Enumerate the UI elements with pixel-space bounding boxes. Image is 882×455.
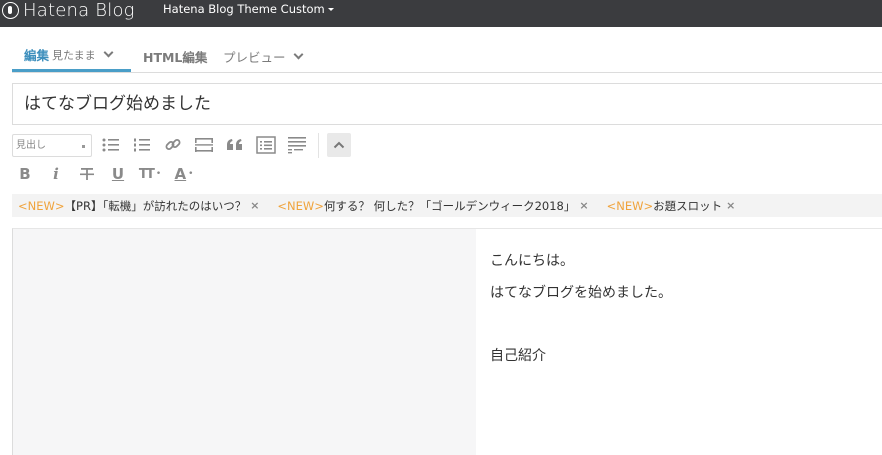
quote-icon	[227, 139, 242, 150]
underline-icon: U	[111, 165, 125, 183]
hatena-blog-logo[interactable]: Hatena Blog	[2, 0, 135, 21]
logo-text: Hatena Blog	[23, 0, 135, 21]
numbered-list-button[interactable]	[131, 134, 153, 156]
content-blank-line	[490, 310, 882, 341]
text-size-icon: TT	[138, 166, 155, 182]
link-icon	[165, 139, 181, 150]
heading-select[interactable]: 見出し	[12, 134, 92, 157]
quote-button[interactable]	[224, 134, 246, 156]
collapse-toolbar-button[interactable]	[327, 133, 351, 157]
topic-label: お題スロット	[653, 198, 723, 213]
close-icon[interactable]: ×	[726, 199, 735, 212]
text-color-button[interactable]: A •	[173, 163, 195, 185]
dropdown-dot-icon: •	[155, 169, 162, 179]
tab-edit-label: 編集	[24, 48, 50, 63]
topic-item[interactable]: <NEW> お題スロット ×	[607, 198, 736, 214]
link-button[interactable]	[162, 134, 184, 156]
bulleted-list-button[interactable]	[100, 134, 122, 156]
blog-selector[interactable]: Hatena Blog Theme Custom	[163, 2, 334, 16]
close-icon[interactable]: ×	[250, 199, 259, 212]
strikethrough-icon	[80, 168, 94, 180]
caret-down-icon	[327, 7, 334, 11]
topic-label: 何する？ 何した？「ゴールデンウィーク2018」	[323, 198, 576, 213]
tab-html-edit[interactable]: HTML編集	[143, 40, 207, 72]
tab-preview[interactable]: プレビュー	[223, 40, 303, 72]
bulleted-list-icon	[102, 138, 119, 152]
text-size-button[interactable]: TT •	[139, 163, 161, 185]
footnote-icon	[288, 137, 306, 154]
content-line: こんにちは。	[490, 253, 574, 269]
read-more-icon	[195, 138, 213, 152]
bold-button[interactable]: B	[14, 163, 36, 185]
editor-side-panel	[12, 228, 476, 455]
content-line: はてなブログを始めました。	[490, 285, 672, 301]
chevron-down-icon	[103, 47, 114, 58]
hatena-logo-icon	[2, 1, 19, 19]
numbered-list-icon	[134, 138, 150, 152]
table-of-contents-icon	[256, 136, 276, 154]
bold-icon: B	[19, 165, 31, 183]
read-more-button[interactable]	[193, 134, 215, 156]
new-badge: <NEW>	[606, 198, 654, 213]
post-title-input[interactable]: はてなブログ始めました	[12, 83, 882, 125]
topic-suggestions: <NEW> 【PR】「転機」が訪れたのはいつ？ × <NEW> 何する？ 何した…	[12, 194, 882, 217]
dropdown-dot-icon: •	[188, 169, 194, 179]
new-badge: <NEW>	[277, 198, 324, 213]
tab-html-label: HTML編集	[143, 49, 208, 65]
tab-edit[interactable]: 編集 見たまま	[12, 40, 131, 72]
table-of-contents-button[interactable]	[255, 134, 277, 156]
strikethrough-button[interactable]	[76, 163, 98, 185]
chevron-up-icon	[333, 141, 345, 149]
topic-label: 【PR】「転機」が訪れたのはいつ？	[64, 198, 247, 213]
footnote-button[interactable]	[286, 134, 308, 156]
topic-item[interactable]: <NEW> 何する？ 何した？「ゴールデンウィーク2018」 ×	[277, 198, 588, 214]
tab-edit-mode: 見たまま	[52, 48, 96, 62]
blog-name: Hatena Blog Theme Custom	[163, 2, 325, 16]
editor-tabs: 編集 見たまま HTML編集 プレビュー	[12, 40, 882, 73]
chevron-down-icon	[293, 49, 303, 59]
new-badge: <NEW>	[18, 198, 65, 213]
toolbar-separator	[318, 133, 319, 158]
heading-select-value: 見出し	[16, 140, 46, 151]
editor-toolbar: 見出し B i U TT • A •	[12, 131, 882, 189]
underline-button[interactable]: U	[107, 163, 129, 185]
topic-item[interactable]: <NEW> 【PR】「転機」が訪れたのはいつ？ ×	[18, 198, 259, 214]
italic-icon: i	[53, 165, 59, 183]
dropdown-dot-icon	[82, 145, 85, 148]
content-line: 自己紹介	[490, 348, 546, 364]
close-icon[interactable]: ×	[579, 199, 588, 212]
text-color-icon: A	[174, 165, 187, 183]
tab-preview-label: プレビュー	[223, 49, 286, 65]
top-header: Hatena Blog Hatena Blog Theme Custom	[0, 0, 882, 27]
italic-button[interactable]: i	[45, 163, 67, 185]
editor-content-area[interactable]: こんにちは。 はてなブログを始めました。 自己紹介	[476, 228, 882, 455]
